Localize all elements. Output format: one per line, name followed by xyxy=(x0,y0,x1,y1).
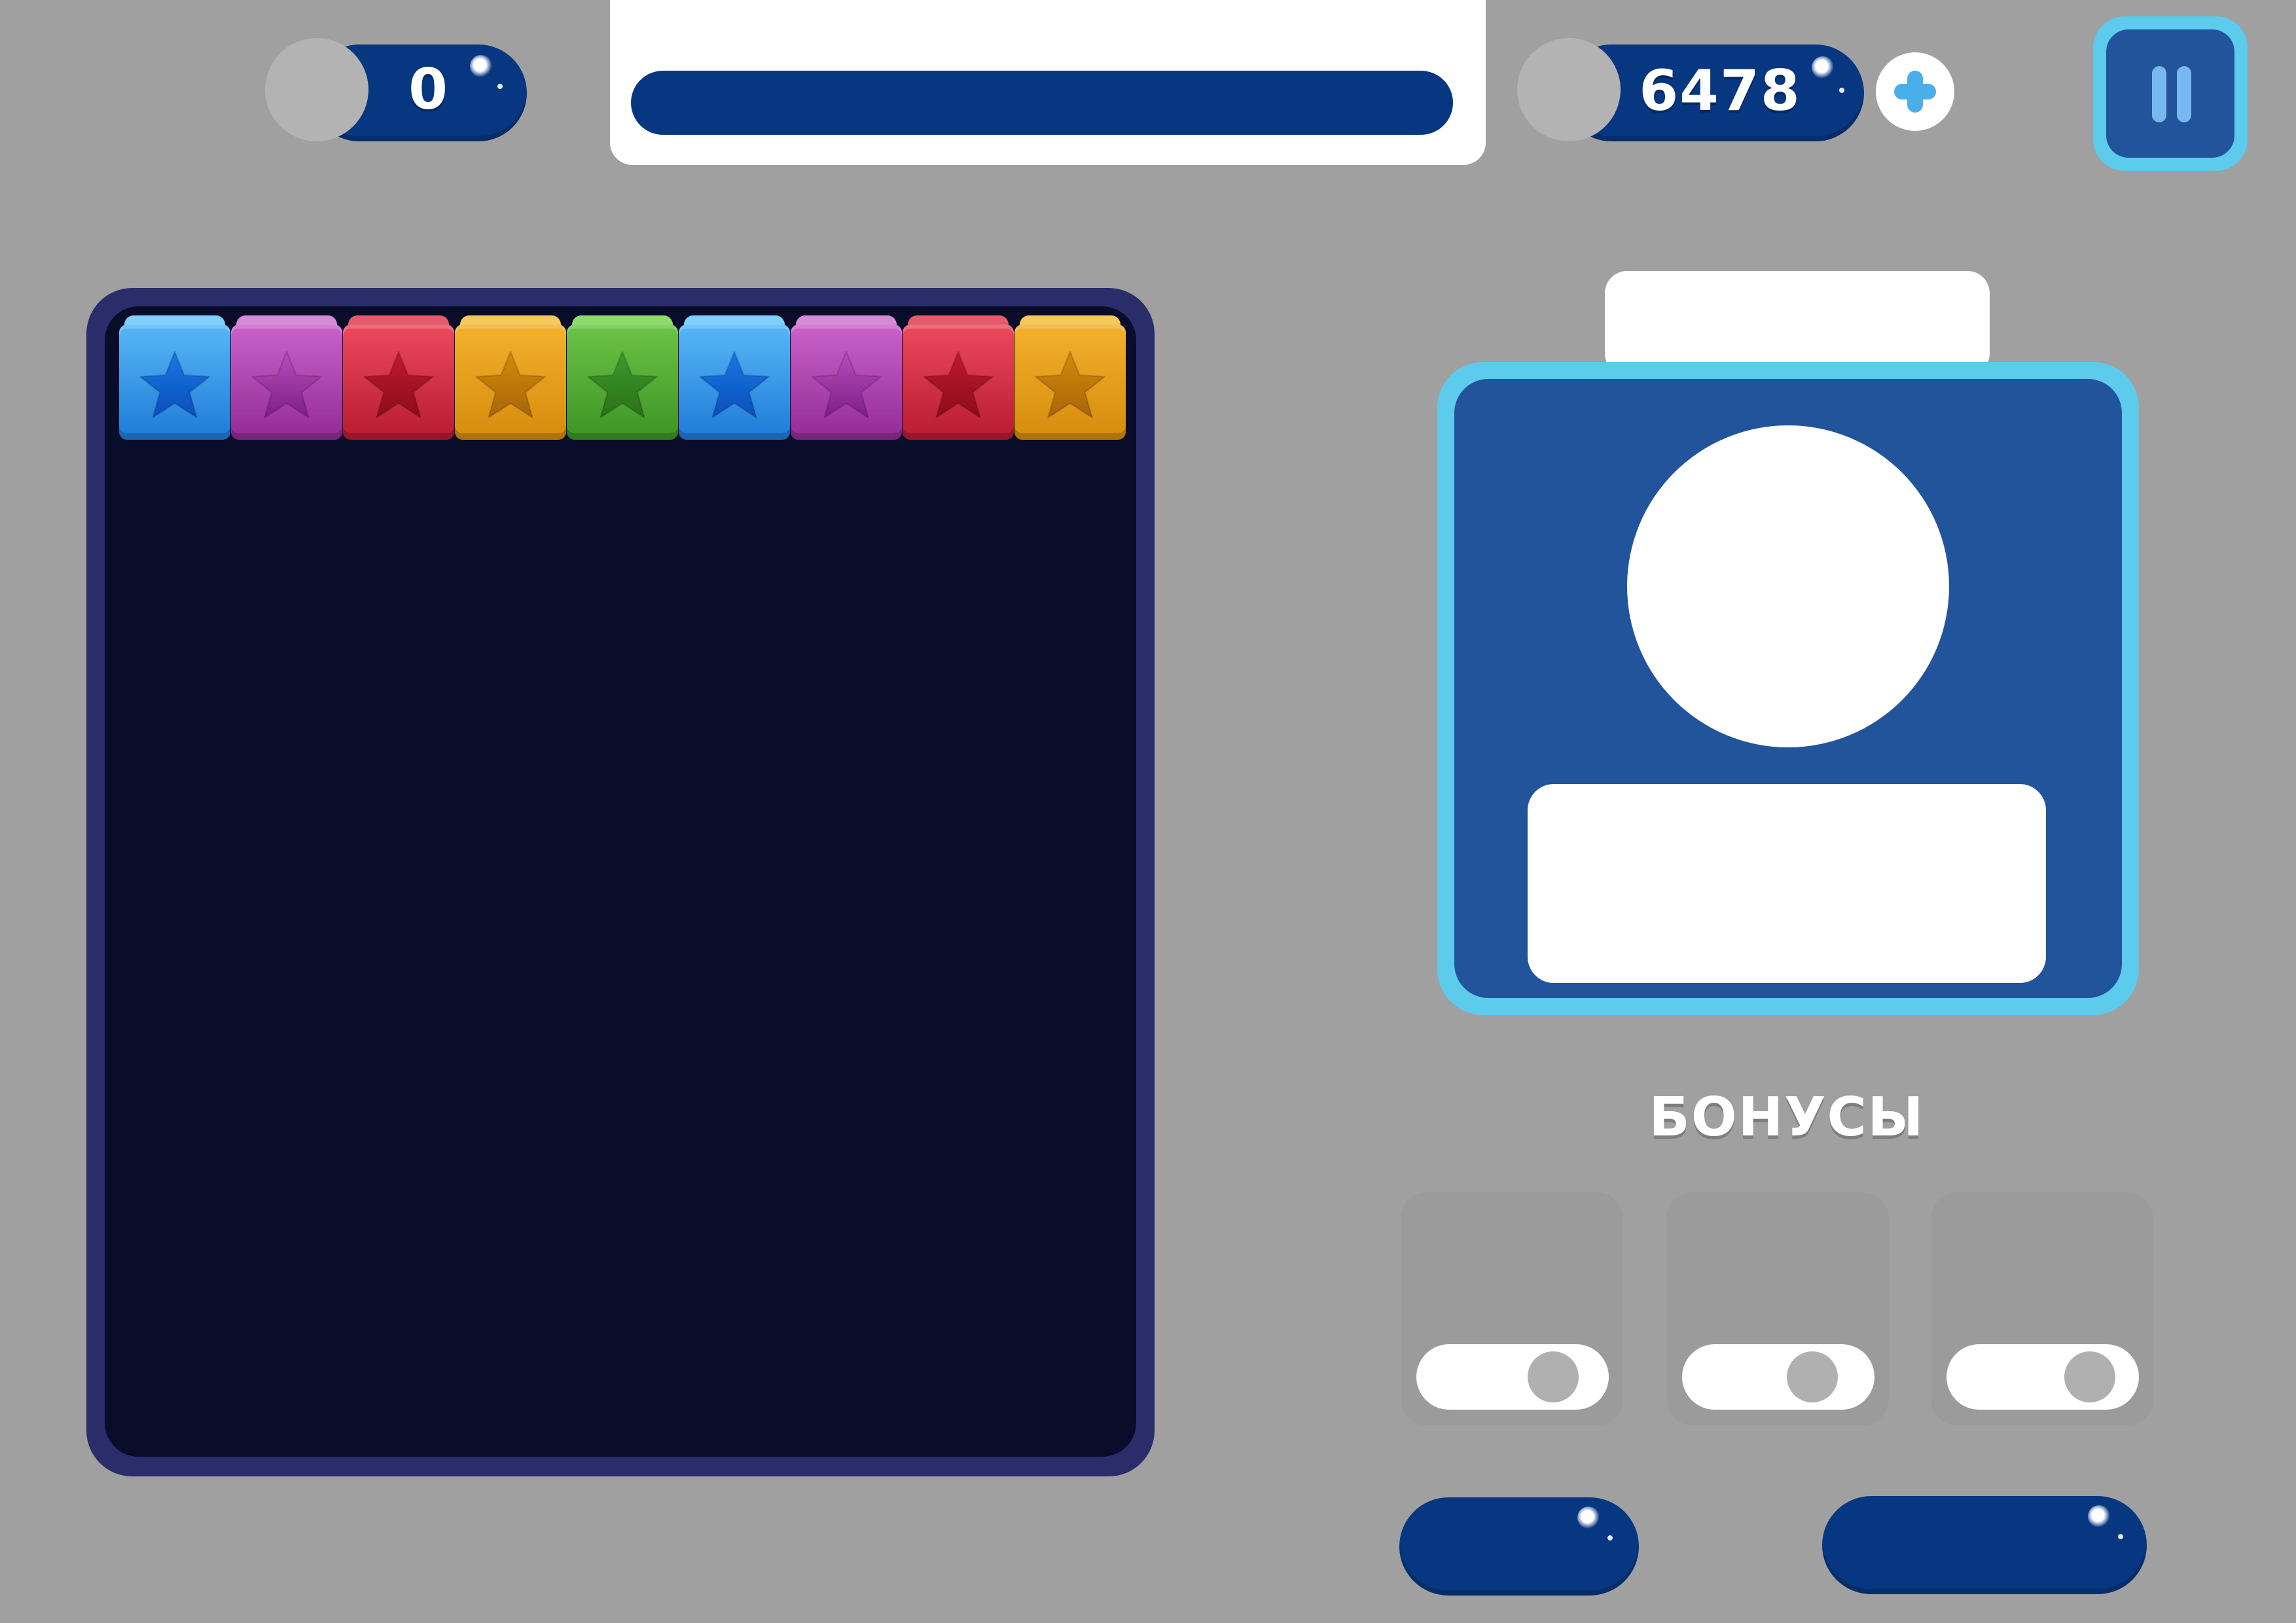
coins-value: 6478 xyxy=(1639,58,1801,124)
game-board-field[interactable] xyxy=(105,306,1136,1457)
block-blue[interactable] xyxy=(119,315,230,440)
gloss-dot xyxy=(1607,1535,1613,1541)
moves-value: 0 xyxy=(408,57,449,122)
moves-icon xyxy=(265,38,368,141)
bonuses-title: БОНУСЫ xyxy=(1649,1086,1925,1149)
pause-icon xyxy=(2152,66,2191,122)
level-progress-bar xyxy=(631,71,1453,135)
game-board[interactable] xyxy=(86,288,1155,1476)
bonus-slot-2[interactable] xyxy=(1666,1192,1889,1425)
bonus-slot-1[interactable] xyxy=(1401,1192,1623,1425)
star-icon xyxy=(1035,351,1105,419)
toggle-knob xyxy=(1528,1351,1579,1402)
coin-icon xyxy=(1517,38,1621,141)
add-coins-button[interactable] xyxy=(1876,52,1954,131)
plus-icon xyxy=(1876,52,1954,131)
star-icon xyxy=(475,351,546,419)
bonus-toggle[interactable] xyxy=(1946,1344,2139,1410)
bonus-slot-3[interactable] xyxy=(1931,1192,2153,1425)
block-purple[interactable] xyxy=(231,315,342,440)
block-green[interactable] xyxy=(567,315,678,440)
star-icon xyxy=(363,351,434,419)
pause-button-inner xyxy=(2106,29,2234,158)
block-purple[interactable] xyxy=(791,315,902,440)
gloss-highlight xyxy=(2088,1505,2110,1527)
objective-panel-inner xyxy=(1454,379,2122,998)
star-icon xyxy=(699,351,770,419)
toggle-knob xyxy=(2064,1351,2115,1402)
bonus-toggle[interactable] xyxy=(1416,1344,1609,1410)
star-icon xyxy=(251,351,322,419)
action-button-left[interactable] xyxy=(1399,1497,1639,1596)
objective-icon xyxy=(1627,425,1949,747)
block-blue[interactable] xyxy=(679,315,790,440)
coins-counter: 6478 xyxy=(1517,38,1954,149)
block-orange[interactable] xyxy=(1014,315,1126,440)
objective-label xyxy=(1528,784,2046,983)
star-icon xyxy=(587,351,658,419)
gloss-highlight xyxy=(1577,1507,1600,1529)
objective-panel xyxy=(1437,362,2139,1015)
gloss-dot xyxy=(1839,88,1844,93)
moves-counter: 0 xyxy=(265,38,527,143)
gloss-dot xyxy=(497,84,503,89)
star-icon xyxy=(811,351,882,419)
block-orange[interactable] xyxy=(455,315,566,440)
gloss-dot xyxy=(2118,1534,2123,1539)
bonus-toggle[interactable] xyxy=(1682,1344,1874,1410)
toggle-knob xyxy=(1787,1351,1838,1402)
pause-button[interactable] xyxy=(2093,16,2248,171)
star-icon xyxy=(923,351,994,419)
star-icon xyxy=(139,351,210,419)
block-red[interactable] xyxy=(903,315,1014,440)
block-red[interactable] xyxy=(343,315,454,440)
action-button-right[interactable] xyxy=(1822,1496,2147,1594)
level-progress-panel xyxy=(610,0,1486,165)
objective-tab xyxy=(1605,271,1990,376)
gloss-highlight xyxy=(1812,56,1834,79)
